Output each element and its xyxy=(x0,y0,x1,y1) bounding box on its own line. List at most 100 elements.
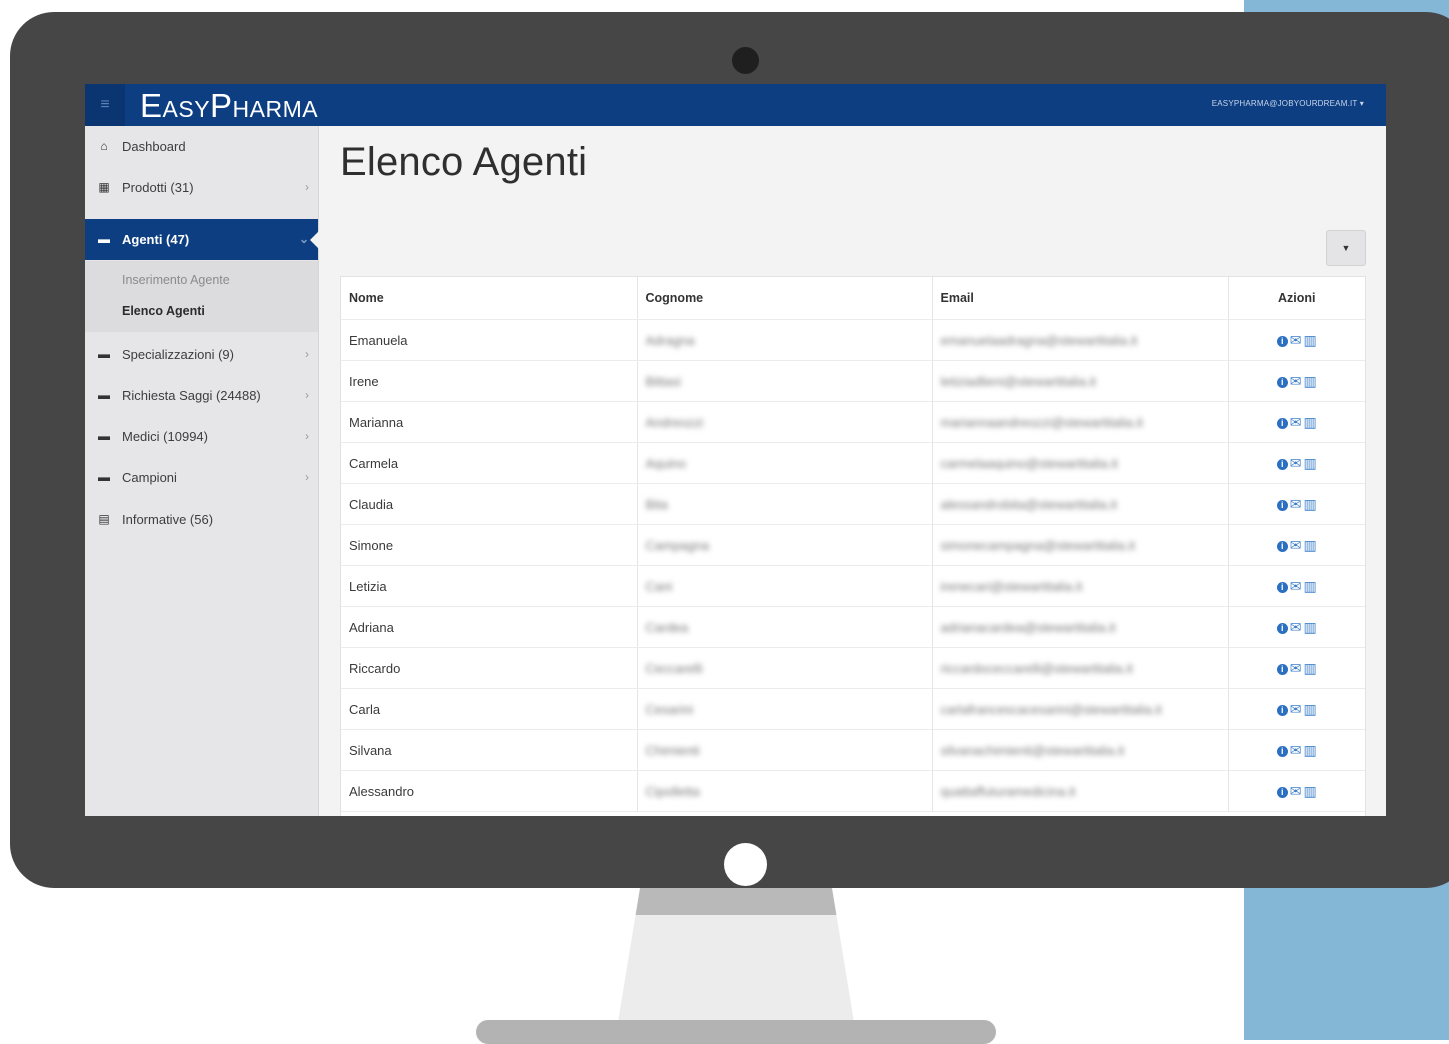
table-row[interactable]: Letizia Cani irenecari@stewartitalia.it i ✉ ▥ xyxy=(341,565,1365,607)
envelope-icon[interactable]: ✉ xyxy=(1290,332,1302,349)
sidebar-item-campioni[interactable]: ▬ Campioni › xyxy=(85,457,318,498)
cell-azioni: i ✉ ▥ xyxy=(1228,360,1365,402)
cell-email: carmelaaquino@stewartitalia.it xyxy=(932,442,1229,484)
cell-email: letiziadlieni@stewartitalia.it xyxy=(932,360,1229,402)
info-icon[interactable]: i xyxy=(1276,786,1288,798)
table-row[interactable]: Irene Bittasi letiziadlieni@stewartitalia.… xyxy=(341,360,1365,402)
sidebar-item-agenti[interactable]: ▬ Agenti (47) ⌄ xyxy=(85,219,319,260)
top-navbar: ≡ EasyPharma EASYPHARMA@JOBYOURDREAM.IT … xyxy=(85,84,1386,126)
sidebar-item-dashboard[interactable]: ⌂ Dashboard xyxy=(85,126,318,167)
envelope-icon[interactable]: ✉ xyxy=(1290,578,1302,595)
info-icon[interactable]: i xyxy=(1276,622,1288,634)
info-icon[interactable]: i xyxy=(1276,499,1288,511)
chevron-right-icon: › xyxy=(305,470,309,484)
trash-icon[interactable]: ▥ xyxy=(1304,373,1317,390)
sidebar-item-medici[interactable]: ▬ Medici (10994) › xyxy=(85,416,318,457)
envelope-icon[interactable]: ✉ xyxy=(1290,537,1302,554)
cell-azioni: i ✉ ▥ xyxy=(1228,647,1365,689)
cell-azioni: i ✉ ▥ xyxy=(1228,688,1365,730)
table-row[interactable]: Riccardo Ceccarelli riccardoceccarelli@ste… xyxy=(341,647,1365,689)
info-icon[interactable]: i xyxy=(1276,745,1288,757)
table-row[interactable]: Marianna Andreozzi mariannaandreozzi@stewa… xyxy=(341,401,1365,443)
info-icon[interactable]: i xyxy=(1276,540,1288,552)
table-row[interactable]: Emanuela Adragna emanuelaadragna@stewartit… xyxy=(341,319,1365,361)
dropdown-button[interactable]: ▼ xyxy=(1326,230,1366,266)
column-header-cognome[interactable]: Cognome xyxy=(637,277,933,320)
trash-icon[interactable]: ▥ xyxy=(1304,701,1317,718)
envelope-icon[interactable]: ✉ xyxy=(1290,701,1302,718)
cell-cognome: Chimienti xyxy=(637,729,933,771)
trash-icon[interactable]: ▥ xyxy=(1304,496,1317,513)
column-header-email[interactable]: Email xyxy=(932,277,1229,320)
info-icon[interactable]: i xyxy=(1276,458,1288,470)
cell-nome: Claudia xyxy=(341,483,638,525)
submenu-item-elenco-agenti[interactable]: Elenco Agenti xyxy=(122,304,205,318)
info-icon[interactable]: i xyxy=(1276,663,1288,675)
page-title: Elenco Agenti xyxy=(340,140,588,184)
envelope-icon[interactable]: ✉ xyxy=(1290,455,1302,472)
table-row[interactable]: Simone Campagna simonecampagna@stewartital… xyxy=(341,524,1365,566)
cell-azioni: i ✉ ▥ xyxy=(1228,483,1365,525)
document-icon: ▤ xyxy=(98,512,110,526)
table-row[interactable]: Carmela Aquino carmelaaquino@stewartitalia… xyxy=(341,442,1365,484)
cell-cognome: Bittasi xyxy=(637,360,933,402)
trash-icon[interactable]: ▥ xyxy=(1304,537,1317,554)
briefcase-icon: ▬ xyxy=(98,232,110,246)
trash-icon[interactable]: ▥ xyxy=(1304,332,1317,349)
submenu-item-inserimento-agente[interactable]: Inserimento Agente xyxy=(122,273,230,287)
power-button xyxy=(724,843,767,886)
caret-down-icon: ▼ xyxy=(1341,243,1351,253)
sidebar-item-specializzazioni[interactable]: ▬ Specializzazioni (9) › xyxy=(85,334,318,375)
cell-email: alessandrobita@stewartitalia.it xyxy=(932,483,1229,525)
envelope-icon[interactable]: ✉ xyxy=(1290,783,1302,800)
briefcase-icon: ▬ xyxy=(98,429,110,443)
info-icon[interactable]: i xyxy=(1276,581,1288,593)
cell-cognome: Cesarini xyxy=(637,688,933,730)
envelope-icon[interactable]: ✉ xyxy=(1290,619,1302,636)
sidebar-item-informative[interactable]: ▤ Informative (56) xyxy=(85,499,318,540)
trash-icon[interactable]: ▥ xyxy=(1304,783,1317,800)
sidebar-item-prodotti[interactable]: ▦ Prodotti (31) › xyxy=(85,167,318,208)
trash-icon[interactable]: ▥ xyxy=(1304,660,1317,677)
cell-nome: Letizia xyxy=(341,565,638,607)
table-row[interactable]: Adriana Cardea adrianacardea@stewartitalia… xyxy=(341,606,1365,648)
trash-icon[interactable]: ▥ xyxy=(1304,455,1317,472)
table-header-row: Nome Cognome Email Azioni xyxy=(341,277,1365,320)
table-row[interactable]: Carla Cesarini carlafrancescacesarini@stew… xyxy=(341,688,1365,730)
trash-icon[interactable]: ▥ xyxy=(1304,578,1317,595)
cell-cognome: Campagna xyxy=(637,524,933,566)
brand-logo[interactable]: EasyPharma xyxy=(140,88,318,124)
envelope-icon[interactable]: ✉ xyxy=(1290,496,1302,513)
info-icon[interactable]: i xyxy=(1276,704,1288,716)
table-row[interactable]: Silvana Chimienti silvanachimienti@stewart… xyxy=(341,729,1365,771)
envelope-icon[interactable]: ✉ xyxy=(1290,742,1302,759)
info-icon[interactable]: i xyxy=(1276,335,1288,347)
trash-icon[interactable]: ▥ xyxy=(1304,742,1317,759)
cell-email: quattaffuturamedicina.it xyxy=(932,770,1229,812)
user-menu[interactable]: EASYPHARMA@JOBYOURDREAM.IT ▾ xyxy=(1212,99,1364,108)
cell-nome: Carla xyxy=(341,688,638,730)
cell-cognome: Adragna xyxy=(637,319,933,361)
trash-icon[interactable]: ▥ xyxy=(1304,414,1317,431)
agenti-submenu: Inserimento Agente Elenco Agenti xyxy=(85,261,318,332)
envelope-icon[interactable]: ✉ xyxy=(1290,373,1302,390)
info-icon[interactable]: i xyxy=(1276,376,1288,388)
monitor-base xyxy=(476,1020,996,1044)
sidebar-item-richiesta-saggi[interactable]: ▬ Richiesta Saggi (24488) › xyxy=(85,375,318,416)
cell-azioni: i ✉ ▥ xyxy=(1228,770,1365,812)
sidebar-item-label: Campioni xyxy=(122,470,177,485)
envelope-icon[interactable]: ✉ xyxy=(1290,660,1302,677)
table-row[interactable]: Alessandro Cipolletta quattaffuturamedicin… xyxy=(341,770,1365,812)
camera xyxy=(732,47,759,74)
trash-icon[interactable]: ▥ xyxy=(1304,619,1317,636)
info-icon[interactable]: i xyxy=(1276,417,1288,429)
cell-azioni: i ✉ ▥ xyxy=(1228,442,1365,484)
cell-cognome: Bita xyxy=(637,483,933,525)
envelope-icon[interactable]: ✉ xyxy=(1290,414,1302,431)
table-row[interactable]: Claudia Bita alessandrobita@stewartitalia.… xyxy=(341,483,1365,525)
chevron-right-icon: › xyxy=(305,180,309,194)
cell-nome: Marianna xyxy=(341,401,638,443)
column-header-nome[interactable]: Nome xyxy=(341,277,638,320)
cell-email: mariannaandreozzi@stewartitalia.it xyxy=(932,401,1229,443)
hamburger-icon[interactable]: ≡ xyxy=(85,84,125,126)
